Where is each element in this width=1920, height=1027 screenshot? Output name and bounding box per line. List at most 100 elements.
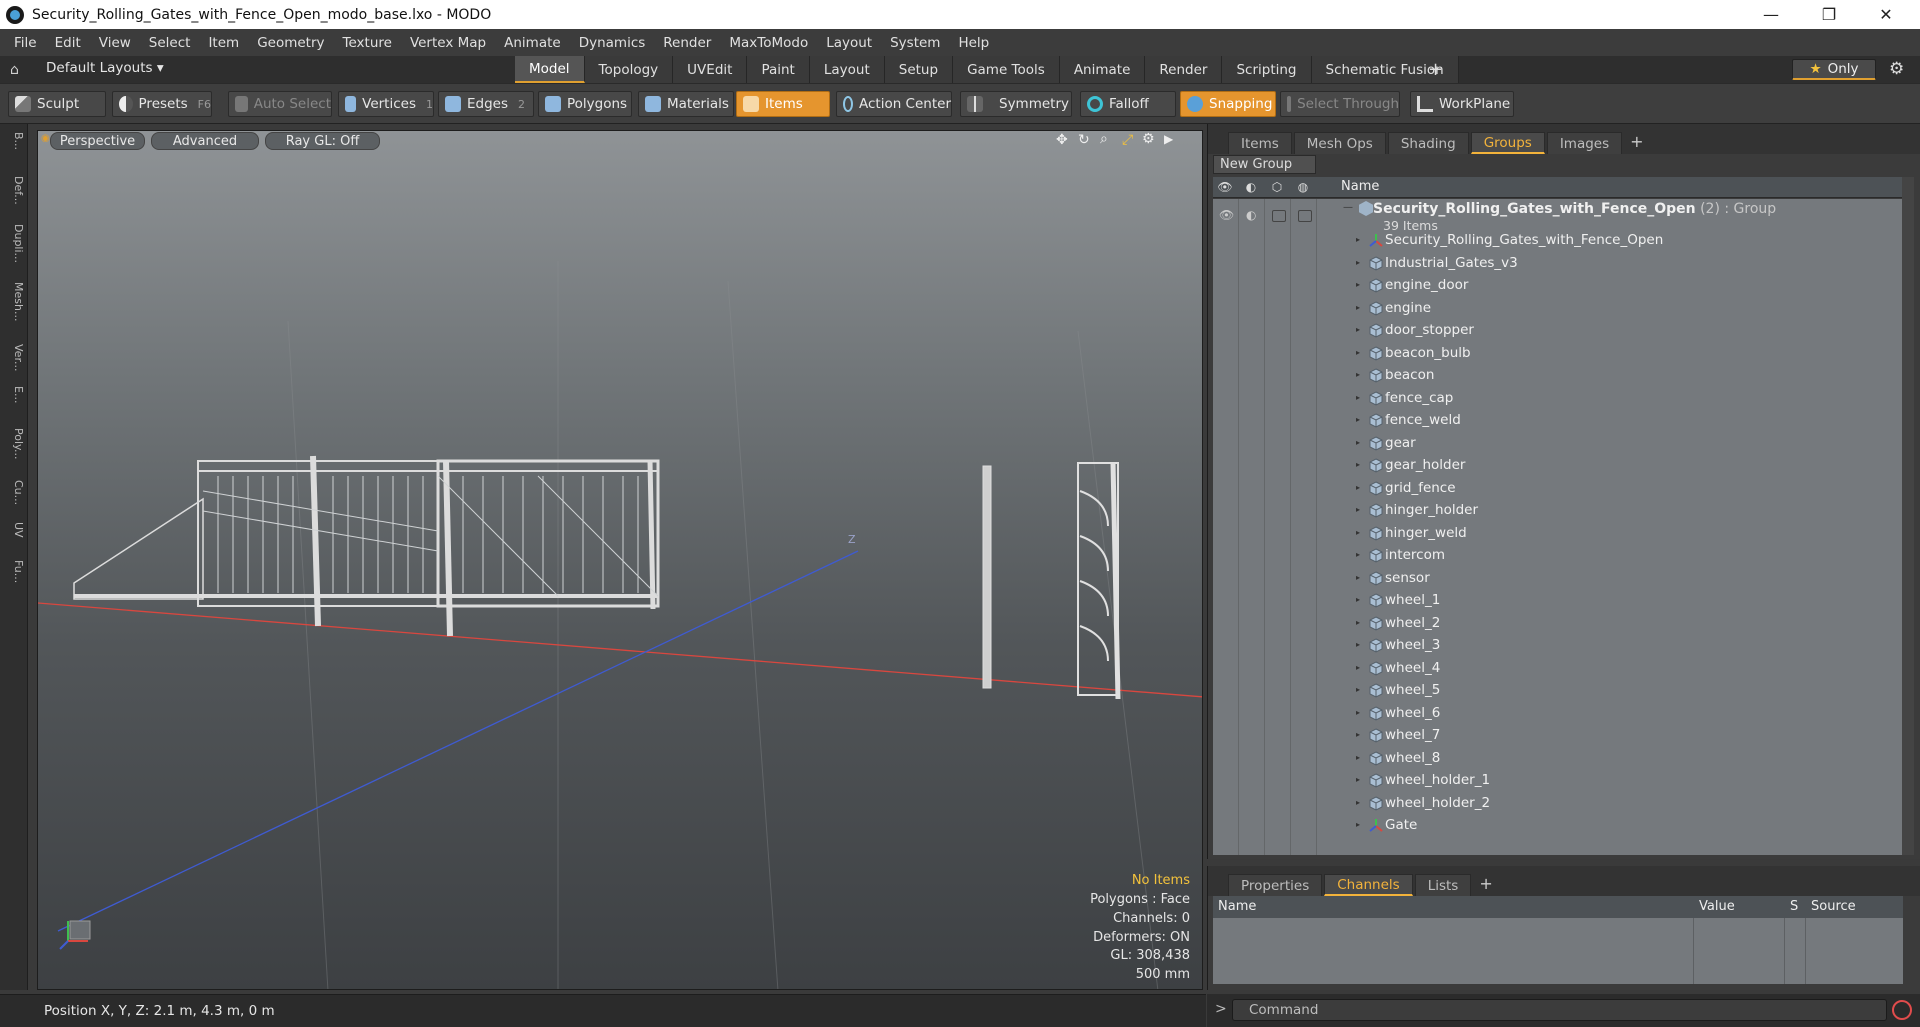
- add-channels-tab-button[interactable]: +: [1479, 874, 1492, 896]
- home-icon[interactable]: ⌂: [10, 62, 19, 78]
- close-button[interactable]: ✕: [1858, 0, 1914, 29]
- expand-icon[interactable]: ▸: [1356, 708, 1360, 717]
- tree-item-row[interactable]: ▸ wheel_2: [1213, 613, 1903, 636]
- tree-item-row[interactable]: ▸ wheel_holder_1: [1213, 770, 1903, 793]
- tree-item-row[interactable]: ▸ gear: [1213, 433, 1903, 456]
- menu-geometry[interactable]: Geometry: [249, 35, 334, 51]
- perspective-dropdown[interactable]: Perspective: [50, 132, 145, 150]
- tab-mesh-edit[interactable]: Mesh...: [3, 282, 25, 321]
- falloff-button[interactable]: Falloff: [1080, 91, 1176, 117]
- expand-icon[interactable]: ▸: [1356, 595, 1360, 604]
- advanced-dropdown[interactable]: Advanced: [151, 132, 259, 150]
- tab-shading[interactable]: Shading: [1387, 132, 1469, 154]
- menu-view[interactable]: View: [91, 35, 141, 51]
- menu-select[interactable]: Select: [141, 35, 201, 51]
- expand-icon[interactable]: ▸: [1356, 235, 1360, 244]
- tree-item-row[interactable]: ▸ fence_cap: [1213, 388, 1903, 411]
- visibility-eye-icon[interactable]: 👁: [1219, 208, 1234, 222]
- only-button[interactable]: ★ Only: [1792, 59, 1876, 80]
- tab-fusion[interactable]: Fu...: [3, 560, 25, 583]
- tree-scrollbar[interactable]: [1902, 177, 1914, 855]
- expand-icon[interactable]: ▸: [1356, 528, 1360, 537]
- tab-items[interactable]: Items: [1228, 132, 1292, 154]
- materials-button[interactable]: Materials: [638, 91, 734, 117]
- expand-icon[interactable]: ▸: [1356, 483, 1360, 492]
- tab-curve[interactable]: Cu...: [3, 480, 25, 505]
- tab-animate[interactable]: Animate: [1059, 56, 1146, 83]
- expand-icon[interactable]: ▸: [1356, 753, 1360, 762]
- tree-item-row[interactable]: ▸ gear_holder: [1213, 455, 1903, 478]
- tree-item-row[interactable]: ▸ sensor: [1213, 568, 1903, 591]
- tree-item-row[interactable]: ▸ door_stopper: [1213, 320, 1903, 343]
- tab-setup[interactable]: Setup: [884, 56, 954, 83]
- tab-game-tools[interactable]: Game Tools: [953, 56, 1060, 83]
- minimize-button[interactable]: —: [1743, 0, 1799, 29]
- tree-item-row[interactable]: ▸ wheel_4: [1213, 658, 1903, 681]
- viewport-gear-icon[interactable]: ⚙: [1142, 131, 1155, 147]
- channel-value-header[interactable]: Value: [1699, 899, 1735, 914]
- menu-file[interactable]: File: [6, 35, 47, 51]
- tree-item-row[interactable]: ▸ wheel_8: [1213, 748, 1903, 771]
- items-mode-button[interactable]: Items: [736, 91, 830, 117]
- menu-maxtomodo[interactable]: MaxToModo: [721, 35, 818, 51]
- menu-animate[interactable]: Animate: [496, 35, 571, 51]
- expand-icon[interactable]: ▸: [1356, 550, 1360, 559]
- expand-icon[interactable]: ▸: [1356, 663, 1360, 672]
- zoom-icon[interactable]: ⌕: [1100, 131, 1108, 147]
- tree-item-row[interactable]: ▸ engine_door: [1213, 275, 1903, 298]
- tree-item-row[interactable]: ▸ engine: [1213, 298, 1903, 321]
- rotate-icon[interactable]: ↻: [1078, 132, 1090, 148]
- render-toggle-icon[interactable]: ◐: [1246, 208, 1256, 222]
- tab-mesh-ops[interactable]: Mesh Ops: [1293, 132, 1386, 154]
- tab-uvedit[interactable]: UVEdit: [673, 56, 748, 83]
- tree-item-row[interactable]: ▸ wheel_5: [1213, 680, 1903, 703]
- tab-basic[interactable]: B...: [3, 132, 25, 150]
- sculpt-button[interactable]: Sculpt: [8, 91, 106, 117]
- tree-item-row[interactable]: ▸ wheel_3: [1213, 635, 1903, 658]
- tab-layout[interactable]: Layout: [809, 56, 885, 83]
- gear-icon[interactable]: ⚙: [1889, 59, 1904, 79]
- tab-duplicate[interactable]: Dupli...: [3, 224, 25, 263]
- tree-item-row[interactable]: ▸ fence_weld: [1213, 410, 1903, 433]
- pan-icon[interactable]: ✥: [1056, 132, 1068, 148]
- menu-help[interactable]: Help: [950, 35, 999, 51]
- tab-uv[interactable]: UV: [3, 522, 25, 538]
- tab-edge[interactable]: E...: [3, 386, 25, 403]
- new-group-button[interactable]: New Group: [1213, 155, 1316, 174]
- menu-layout[interactable]: Layout: [818, 35, 882, 51]
- vertices-button[interactable]: Vertices 1: [338, 91, 434, 117]
- tab-render[interactable]: Render: [1145, 56, 1223, 83]
- select-checkbox[interactable]: [1298, 210, 1312, 222]
- add-panel-tab-button[interactable]: +: [1630, 132, 1643, 154]
- menu-render[interactable]: Render: [655, 35, 721, 51]
- expand-icon[interactable]: ▸: [1356, 730, 1360, 739]
- select-column-icon[interactable]: ◍: [1295, 180, 1311, 194]
- menu-dynamics[interactable]: Dynamics: [571, 35, 656, 51]
- lock-checkbox[interactable]: [1272, 210, 1286, 222]
- presets-button[interactable]: Presets F6: [112, 91, 212, 117]
- expand-icon[interactable]: ▸: [1356, 415, 1360, 424]
- expand-icon[interactable]: ▸: [1356, 348, 1360, 357]
- restore-button[interactable]: ❐: [1801, 0, 1857, 29]
- render-column-icon[interactable]: ◐: [1243, 180, 1259, 194]
- polygons-button[interactable]: Polygons: [538, 91, 632, 117]
- tab-images[interactable]: Images: [1546, 132, 1623, 154]
- tree-item-row[interactable]: ▸ wheel_7: [1213, 725, 1903, 748]
- menu-texture[interactable]: Texture: [335, 35, 402, 51]
- tab-groups[interactable]: Groups: [1470, 132, 1545, 154]
- tree-item-row[interactable]: ▸ wheel_holder_2: [1213, 793, 1903, 816]
- expand-icon[interactable]: ▸: [1356, 798, 1360, 807]
- tree-item-row[interactable]: ▸ wheel_1: [1213, 590, 1903, 613]
- tab-scripting[interactable]: Scripting: [1222, 56, 1312, 83]
- menu-vertex-map[interactable]: Vertex Map: [402, 35, 496, 51]
- viewport-menu-icon[interactable]: ◉: [41, 133, 50, 144]
- action-center-button[interactable]: Action Center: [836, 91, 952, 117]
- tree-item-row[interactable]: ▸ beacon_bulb: [1213, 343, 1903, 366]
- tab-topology[interactable]: Topology: [584, 56, 674, 83]
- tab-deform[interactable]: Def...: [3, 176, 25, 205]
- channel-name-header[interactable]: Name: [1218, 899, 1256, 914]
- channel-source-header[interactable]: Source: [1811, 899, 1856, 914]
- add-layout-tab-button[interactable]: +: [1428, 59, 1443, 80]
- expand-icon[interactable]: ▸: [1356, 303, 1360, 312]
- menu-system[interactable]: System: [882, 35, 950, 51]
